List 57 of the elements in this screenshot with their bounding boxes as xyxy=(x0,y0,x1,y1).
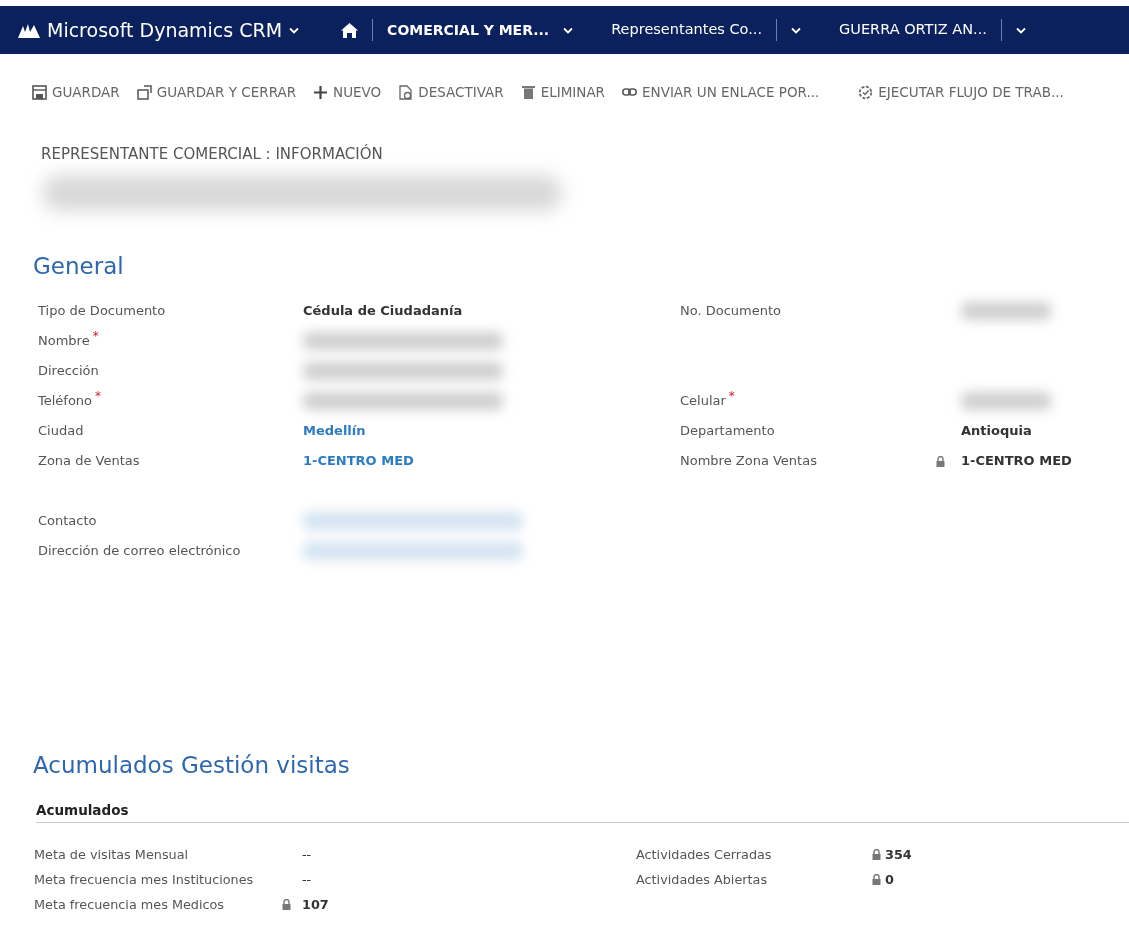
field-label: Meta frecuencia mes Instituciones xyxy=(34,872,254,888)
field-label: Tipo de Documento xyxy=(38,303,166,318)
toolbar-button[interactable]: ELIMINAR xyxy=(520,81,605,103)
home-button[interactable] xyxy=(339,22,361,38)
field-label: Nombre Zona Ventas xyxy=(680,453,817,468)
document-icon xyxy=(398,84,414,100)
section-title: General xyxy=(33,252,125,280)
save-close-icon xyxy=(136,84,152,100)
field-label: Dirección de correo electrónico xyxy=(38,543,241,558)
toolbar-button[interactable]: GUARDAR xyxy=(32,81,120,103)
field-label: Actividades Abiertas xyxy=(636,872,768,888)
field-label: Nombre xyxy=(38,333,90,348)
field-value: 1-CENTRO MED xyxy=(961,452,1072,470)
toolbar-button[interactable]: NUEVO xyxy=(313,81,382,103)
field-label: Celular xyxy=(680,393,726,408)
field-value: -- xyxy=(302,846,312,865)
required-mark: * xyxy=(728,389,735,403)
field-label: Actividades Cerradas xyxy=(636,847,772,863)
field-value: 354 xyxy=(885,846,912,865)
field-label: Departamento xyxy=(680,423,775,438)
app-menu-button[interactable]: Microsoft Dynamics CRM xyxy=(18,15,300,45)
field-value: Cédula de Ciudadanía xyxy=(303,302,463,320)
breadcrumb-item[interactable]: COMERCIAL Y MER... xyxy=(385,19,552,41)
save-icon xyxy=(32,84,47,100)
plus-icon xyxy=(313,84,329,100)
field-label: Ciudad xyxy=(38,423,84,438)
required-mark: * xyxy=(92,329,99,343)
field-link[interactable]: Medellín xyxy=(303,416,366,446)
chevron-down-icon xyxy=(791,26,802,34)
subsection-title: Acumulados xyxy=(36,801,130,820)
trash-icon xyxy=(520,84,536,100)
chevron-down-icon xyxy=(289,26,300,34)
field-label: Teléfono xyxy=(38,393,93,408)
section-title: Acumulados Gestión visitas xyxy=(33,751,351,779)
chevron-down-icon xyxy=(563,26,574,34)
toolbar-button[interactable]: ENVIAR UN ENLACE POR... xyxy=(622,81,820,103)
field-value: 107 xyxy=(302,896,329,915)
field-label: Contacto xyxy=(38,513,97,528)
field-label: Meta frecuencia mes Medicos xyxy=(34,897,225,913)
chevron-down-icon xyxy=(1015,26,1026,34)
logo-icon xyxy=(18,22,40,38)
field-label: Zona de Ventas xyxy=(38,453,140,468)
required-mark: * xyxy=(95,389,102,403)
toolbar-button[interactable]: GUARDAR Y CERRAR xyxy=(136,81,297,103)
home-icon xyxy=(341,22,359,38)
field-label: Dirección xyxy=(38,363,99,378)
field-value: 0 xyxy=(885,871,894,890)
toolbar-button[interactable]: EJECUTAR FLUJO DE TRAB... xyxy=(858,81,1064,103)
breadcrumb-item[interactable]: Representantes Co... xyxy=(609,19,765,41)
field-label: No. Documento xyxy=(680,303,782,318)
form-subtitle: REPRESENTANTE COMERCIAL : INFORMACIÓN xyxy=(41,145,384,163)
field-value: Antioquia xyxy=(961,422,1032,440)
breadcrumb-item[interactable]: GUERRA ORTIZ AN... xyxy=(837,19,989,41)
field-link[interactable]: 1-CENTRO MED xyxy=(303,446,414,476)
field-value: -- xyxy=(302,871,312,890)
field-label: Meta de visitas Mensual xyxy=(34,847,189,863)
toolbar-button[interactable]: DESACTIVAR xyxy=(398,81,504,103)
